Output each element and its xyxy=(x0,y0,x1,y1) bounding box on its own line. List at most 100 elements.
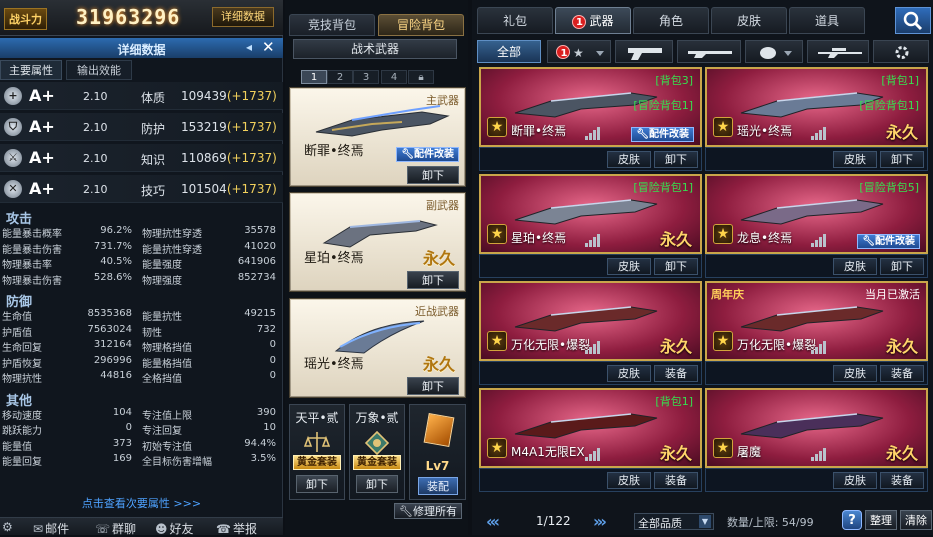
skin-button[interactable]: 皮肤 xyxy=(607,151,651,168)
star-icon: ★ xyxy=(487,438,507,458)
tab-output-efficiency[interactable]: 输出效能 xyxy=(66,60,132,80)
group-chat-button[interactable]: ☏ 群聊 xyxy=(95,520,136,537)
filter-snipers[interactable] xyxy=(807,40,869,63)
weapon-card[interactable]: ★ 屠魔 永久 皮肤 装备 xyxy=(705,388,928,492)
bag-tag: [背包3] xyxy=(655,74,693,87)
unequip-button[interactable]: 卸下 xyxy=(880,258,924,275)
tab-weapons[interactable]: 1 武器 xyxy=(555,7,631,34)
weapon-art xyxy=(334,320,425,354)
weapon-art xyxy=(514,306,658,332)
equipment-item-vientiane[interactable]: 万象•贰 黄金套装 卸下 xyxy=(349,404,405,500)
close-icon[interactable]: ✕ xyxy=(262,38,275,56)
equip-button[interactable]: 装配 xyxy=(418,477,458,495)
equip-button[interactable]: 装备 xyxy=(654,472,698,489)
page-next-button[interactable]: ›» xyxy=(593,512,607,531)
weapon-card[interactable]: [背包1] ★ M4A1无限EX 永久 皮肤 装备 xyxy=(479,388,702,492)
settings-button[interactable]: ⚙ xyxy=(2,520,15,534)
filter-starred[interactable]: 1 ★ xyxy=(547,40,611,63)
mod-badge[interactable]: 🔧︎配件改装 xyxy=(631,127,694,142)
stat-name: 物理暴击伤害 xyxy=(2,275,62,287)
equip-button[interactable]: 装备 xyxy=(654,365,698,382)
tab-characters[interactable]: 角色 xyxy=(633,7,709,34)
tab-competitive-bag[interactable]: 竞技背包 xyxy=(289,14,375,36)
unequip-button[interactable]: 卸下 xyxy=(407,271,459,289)
stat-name: 物理暴击率 xyxy=(2,260,52,271)
stat-name: 跳跃能力 xyxy=(2,426,42,437)
skin-button[interactable]: 皮肤 xyxy=(833,151,877,168)
item-title: 天平•贰 xyxy=(295,411,339,425)
page-prev-button[interactable]: «‹ xyxy=(486,512,500,531)
repair-all-button[interactable]: 🔧︎修理所有 xyxy=(394,503,462,519)
stat-row: 生命值 8535368 能量抗性 49215 xyxy=(2,308,280,323)
filter-rifles[interactable] xyxy=(677,40,741,63)
unequip-button[interactable]: 卸下 xyxy=(407,377,459,395)
unequip-button[interactable]: 卸下 xyxy=(296,475,338,493)
weapon-card[interactable]: 周年庆 当月已激活 ★ 万化无限•爆裂 永久 皮肤 装备 xyxy=(705,281,928,385)
equipment-item-level[interactable]: Lv7 装配 xyxy=(409,404,466,500)
filter-settings[interactable] xyxy=(873,40,929,63)
quality-dropdown[interactable]: 全部品质 ▼ xyxy=(634,513,714,530)
unequip-button[interactable]: 卸下 xyxy=(407,166,459,184)
weapon-card[interactable]: [背包3] [冒险背包1] ★ 断罪•终焉 🔧︎配件改装 皮肤 卸下 xyxy=(479,67,702,171)
unequip-button[interactable]: 卸下 xyxy=(654,258,698,275)
attribute-amount: 153219 xyxy=(181,120,227,134)
mod-badge[interactable]: 🔧︎配件改装 xyxy=(396,147,459,162)
filter-all[interactable]: 全部 xyxy=(477,40,541,63)
tab-items[interactable]: 道具 xyxy=(789,7,865,34)
secondary-weapon-slot[interactable]: 副武器 星珀•终焉 永久 卸下 xyxy=(289,192,466,292)
unequip-button[interactable]: 卸下 xyxy=(880,151,924,168)
clear-button[interactable]: 清除 xyxy=(900,510,932,530)
primary-weapon-slot[interactable]: 主武器 断罪•终焉 🔧︎配件改装 卸下 xyxy=(289,87,466,187)
filter-grenades[interactable] xyxy=(745,40,803,63)
attribute-value: 153219(+1737) xyxy=(181,120,277,134)
weapon-art xyxy=(740,199,884,225)
friends-button[interactable]: ☻ 好友 xyxy=(155,520,194,537)
weapon-card[interactable]: [冒险背包1] ★ 星珀•终焉 永久 皮肤 卸下 xyxy=(479,174,702,278)
sniper-icon xyxy=(818,48,862,58)
melee-weapon-slot[interactable]: 近战武器 瑶光•终焉 永久 卸下 xyxy=(289,298,466,398)
tab-gift-packs[interactable]: 礼包 xyxy=(477,7,553,34)
mod-badge[interactable]: 🔧︎配件改装 xyxy=(857,234,920,249)
view-more-link[interactable]: 点击查看次要属性 >>> xyxy=(0,495,283,511)
skin-button[interactable]: 皮肤 xyxy=(607,258,651,275)
tab-main-attributes[interactable]: 主要属性 xyxy=(0,60,62,80)
equip-button[interactable]: 装备 xyxy=(880,472,924,489)
svg-text:1: 1 xyxy=(561,48,568,59)
details-button[interactable]: 详细数据 xyxy=(212,7,274,27)
skin-button[interactable]: 皮肤 xyxy=(833,258,877,275)
weapon-card[interactable]: [背包1] [冒险背包1] ★ 瑶光•终焉 永久 皮肤 卸下 xyxy=(705,67,928,171)
skin-button[interactable]: 皮肤 xyxy=(833,365,877,382)
signal-bars-icon xyxy=(585,127,601,140)
report-button[interactable]: ☎ 举报 xyxy=(216,520,257,537)
collapse-icon[interactable]: ◂ xyxy=(246,40,252,54)
weapon-card[interactable]: [冒险背包5] ★ 龙息•终焉 🔧︎配件改装 皮肤 卸下 xyxy=(705,174,928,278)
page-1[interactable]: 1 xyxy=(301,70,327,84)
sort-button[interactable]: 整理 xyxy=(865,510,897,530)
page-3[interactable]: 3 xyxy=(353,70,379,84)
skin-button[interactable]: 皮肤 xyxy=(833,472,877,489)
blade-icon: ✕ xyxy=(4,180,22,198)
skin-button[interactable]: 皮肤 xyxy=(607,472,651,489)
tab-skins[interactable]: 皮肤 xyxy=(711,7,787,34)
attribute-amount: 109439 xyxy=(181,89,227,103)
bag-tag: [背包1] xyxy=(655,395,693,408)
page-2[interactable]: 2 xyxy=(327,70,353,84)
weapon-name: 星珀•终焉 xyxy=(511,231,567,245)
unequip-button[interactable]: 卸下 xyxy=(356,475,398,493)
mail-button[interactable]: ✉ 邮件 xyxy=(33,520,69,537)
equip-button[interactable]: 装备 xyxy=(880,365,924,382)
stat-value: 373 xyxy=(112,437,132,449)
weapon-card[interactable]: ★ 万化无限•爆裂 永久 皮肤 装备 xyxy=(479,281,702,385)
search-button[interactable] xyxy=(895,7,931,34)
page-4[interactable]: 4 xyxy=(381,70,407,84)
equipment-item-balance[interactable]: 天平•贰 黄金套装 卸下 xyxy=(289,404,345,500)
unequip-button[interactable]: 卸下 xyxy=(654,151,698,168)
page-lock[interactable]: 🔒︎ xyxy=(408,70,434,84)
filter-pistols[interactable] xyxy=(615,40,673,63)
wrench-icon: 🔧︎ xyxy=(636,129,649,140)
weapon-name: M4A1无限EX xyxy=(511,445,585,459)
help-button[interactable]: ? xyxy=(842,510,862,530)
skin-button[interactable]: 皮肤 xyxy=(607,365,651,382)
tab-adventure-bag[interactable]: 冒险背包 xyxy=(378,14,464,36)
stat-row: 能量暴击概率 96.2% 物理抗性穿透 35578 xyxy=(2,225,280,240)
